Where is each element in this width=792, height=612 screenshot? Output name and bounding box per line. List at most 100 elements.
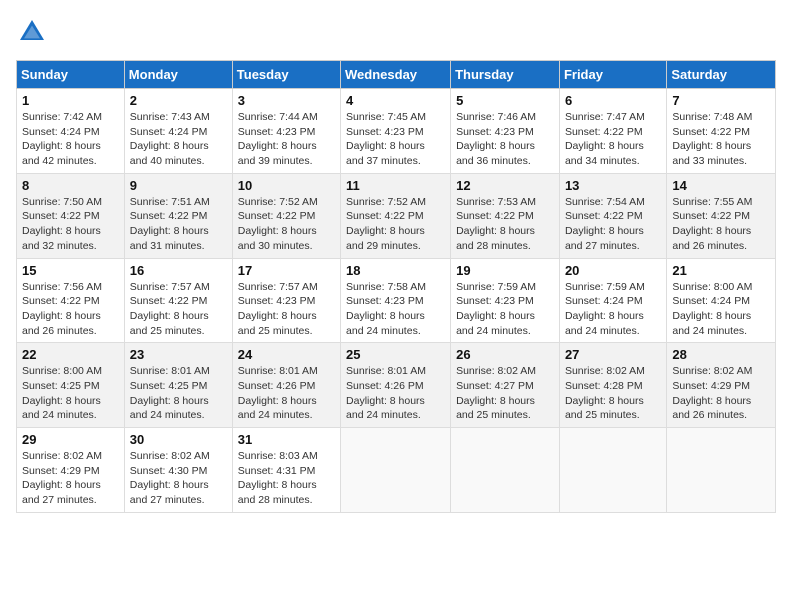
sunrise-label: Sunrise: 7:58 AM <box>346 281 426 293</box>
day-number: 28 <box>672 347 770 362</box>
calendar-cell: 14 Sunrise: 7:55 AM Sunset: 4:22 PM Dayl… <box>667 173 776 258</box>
sunrise-label: Sunrise: 8:02 AM <box>22 450 102 462</box>
day-number: 17 <box>238 263 335 278</box>
day-number: 13 <box>565 178 661 193</box>
day-number: 20 <box>565 263 661 278</box>
daylight-label: Daylight: 8 hours and 24 minutes. <box>672 310 751 337</box>
sunrise-label: Sunrise: 7:59 AM <box>565 281 645 293</box>
day-info: Sunrise: 7:57 AM Sunset: 4:22 PM Dayligh… <box>130 280 227 339</box>
sunrise-label: Sunrise: 7:56 AM <box>22 281 102 293</box>
sunrise-label: Sunrise: 8:00 AM <box>672 281 752 293</box>
sunset-label: Sunset: 4:23 PM <box>456 295 534 307</box>
sunset-label: Sunset: 4:22 PM <box>456 210 534 222</box>
daylight-label: Daylight: 8 hours and 25 minutes. <box>238 310 317 337</box>
day-number: 30 <box>130 432 227 447</box>
day-number: 27 <box>565 347 661 362</box>
day-info: Sunrise: 7:59 AM Sunset: 4:24 PM Dayligh… <box>565 280 661 339</box>
day-number: 7 <box>672 93 770 108</box>
daylight-label: Daylight: 8 hours and 34 minutes. <box>565 140 644 167</box>
calendar-cell: 24 Sunrise: 8:01 AM Sunset: 4:26 PM Dayl… <box>232 343 340 428</box>
day-number: 19 <box>456 263 554 278</box>
sunset-label: Sunset: 4:30 PM <box>130 465 208 477</box>
day-number: 31 <box>238 432 335 447</box>
calendar-cell: 11 Sunrise: 7:52 AM Sunset: 4:22 PM Dayl… <box>341 173 451 258</box>
daylight-label: Daylight: 8 hours and 39 minutes. <box>238 140 317 167</box>
sunset-label: Sunset: 4:22 PM <box>130 295 208 307</box>
daylight-label: Daylight: 8 hours and 31 minutes. <box>130 225 209 252</box>
sunrise-label: Sunrise: 7:50 AM <box>22 196 102 208</box>
calendar-cell: 8 Sunrise: 7:50 AM Sunset: 4:22 PM Dayli… <box>17 173 125 258</box>
daylight-label: Daylight: 8 hours and 26 minutes. <box>672 395 751 422</box>
sunrise-label: Sunrise: 8:01 AM <box>130 365 210 377</box>
sunrise-label: Sunrise: 7:59 AM <box>456 281 536 293</box>
daylight-label: Daylight: 8 hours and 36 minutes. <box>456 140 535 167</box>
sunset-label: Sunset: 4:22 PM <box>238 210 316 222</box>
calendar-cell: 30 Sunrise: 8:02 AM Sunset: 4:30 PM Dayl… <box>124 428 232 513</box>
day-number: 24 <box>238 347 335 362</box>
day-number: 14 <box>672 178 770 193</box>
day-number: 16 <box>130 263 227 278</box>
day-number: 23 <box>130 347 227 362</box>
calendar-cell: 22 Sunrise: 8:00 AM Sunset: 4:25 PM Dayl… <box>17 343 125 428</box>
day-info: Sunrise: 8:02 AM Sunset: 4:29 PM Dayligh… <box>672 364 770 423</box>
daylight-label: Daylight: 8 hours and 24 minutes. <box>238 395 317 422</box>
sunrise-label: Sunrise: 7:43 AM <box>130 111 210 123</box>
calendar-cell: 17 Sunrise: 7:57 AM Sunset: 4:23 PM Dayl… <box>232 258 340 343</box>
day-info: Sunrise: 8:02 AM Sunset: 4:27 PM Dayligh… <box>456 364 554 423</box>
calendar-cell: 19 Sunrise: 7:59 AM Sunset: 4:23 PM Dayl… <box>451 258 560 343</box>
day-info: Sunrise: 7:44 AM Sunset: 4:23 PM Dayligh… <box>238 110 335 169</box>
sunset-label: Sunset: 4:24 PM <box>565 295 643 307</box>
day-info: Sunrise: 7:53 AM Sunset: 4:22 PM Dayligh… <box>456 195 554 254</box>
logo <box>16 16 52 48</box>
calendar-header-monday: Monday <box>124 61 232 89</box>
daylight-label: Daylight: 8 hours and 40 minutes. <box>130 140 209 167</box>
day-info: Sunrise: 8:01 AM Sunset: 4:25 PM Dayligh… <box>130 364 227 423</box>
sunset-label: Sunset: 4:22 PM <box>22 295 100 307</box>
day-info: Sunrise: 7:42 AM Sunset: 4:24 PM Dayligh… <box>22 110 119 169</box>
daylight-label: Daylight: 8 hours and 28 minutes. <box>456 225 535 252</box>
calendar-cell: 26 Sunrise: 8:02 AM Sunset: 4:27 PM Dayl… <box>451 343 560 428</box>
day-info: Sunrise: 7:56 AM Sunset: 4:22 PM Dayligh… <box>22 280 119 339</box>
sunset-label: Sunset: 4:22 PM <box>22 210 100 222</box>
day-info: Sunrise: 7:58 AM Sunset: 4:23 PM Dayligh… <box>346 280 445 339</box>
calendar-header-thursday: Thursday <box>451 61 560 89</box>
day-info: Sunrise: 8:03 AM Sunset: 4:31 PM Dayligh… <box>238 449 335 508</box>
sunset-label: Sunset: 4:24 PM <box>22 126 100 138</box>
sunrise-label: Sunrise: 8:00 AM <box>22 365 102 377</box>
day-info: Sunrise: 8:00 AM Sunset: 4:25 PM Dayligh… <box>22 364 119 423</box>
calendar-cell: 1 Sunrise: 7:42 AM Sunset: 4:24 PM Dayli… <box>17 89 125 174</box>
day-number: 18 <box>346 263 445 278</box>
sunrise-label: Sunrise: 7:48 AM <box>672 111 752 123</box>
daylight-label: Daylight: 8 hours and 24 minutes. <box>130 395 209 422</box>
sunset-label: Sunset: 4:26 PM <box>238 380 316 392</box>
daylight-label: Daylight: 8 hours and 24 minutes. <box>456 310 535 337</box>
day-info: Sunrise: 8:02 AM Sunset: 4:29 PM Dayligh… <box>22 449 119 508</box>
sunrise-label: Sunrise: 8:02 AM <box>456 365 536 377</box>
sunrise-label: Sunrise: 8:02 AM <box>565 365 645 377</box>
calendar-cell: 3 Sunrise: 7:44 AM Sunset: 4:23 PM Dayli… <box>232 89 340 174</box>
day-number: 8 <box>22 178 119 193</box>
day-number: 9 <box>130 178 227 193</box>
day-info: Sunrise: 8:01 AM Sunset: 4:26 PM Dayligh… <box>238 364 335 423</box>
daylight-label: Daylight: 8 hours and 33 minutes. <box>672 140 751 167</box>
sunrise-label: Sunrise: 8:03 AM <box>238 450 318 462</box>
daylight-label: Daylight: 8 hours and 26 minutes. <box>22 310 101 337</box>
calendar-cell: 27 Sunrise: 8:02 AM Sunset: 4:28 PM Dayl… <box>559 343 666 428</box>
day-number: 6 <box>565 93 661 108</box>
sunset-label: Sunset: 4:25 PM <box>22 380 100 392</box>
day-info: Sunrise: 7:47 AM Sunset: 4:22 PM Dayligh… <box>565 110 661 169</box>
day-info: Sunrise: 7:45 AM Sunset: 4:23 PM Dayligh… <box>346 110 445 169</box>
calendar-cell: 5 Sunrise: 7:46 AM Sunset: 4:23 PM Dayli… <box>451 89 560 174</box>
day-info: Sunrise: 7:46 AM Sunset: 4:23 PM Dayligh… <box>456 110 554 169</box>
sunset-label: Sunset: 4:29 PM <box>672 380 750 392</box>
daylight-label: Daylight: 8 hours and 24 minutes. <box>346 310 425 337</box>
calendar-cell: 13 Sunrise: 7:54 AM Sunset: 4:22 PM Dayl… <box>559 173 666 258</box>
sunrise-label: Sunrise: 7:54 AM <box>565 196 645 208</box>
calendar-header-row: SundayMondayTuesdayWednesdayThursdayFrid… <box>17 61 776 89</box>
day-info: Sunrise: 7:48 AM Sunset: 4:22 PM Dayligh… <box>672 110 770 169</box>
day-info: Sunrise: 7:54 AM Sunset: 4:22 PM Dayligh… <box>565 195 661 254</box>
daylight-label: Daylight: 8 hours and 30 minutes. <box>238 225 317 252</box>
calendar-cell: 31 Sunrise: 8:03 AM Sunset: 4:31 PM Dayl… <box>232 428 340 513</box>
daylight-label: Daylight: 8 hours and 26 minutes. <box>672 225 751 252</box>
day-number: 5 <box>456 93 554 108</box>
